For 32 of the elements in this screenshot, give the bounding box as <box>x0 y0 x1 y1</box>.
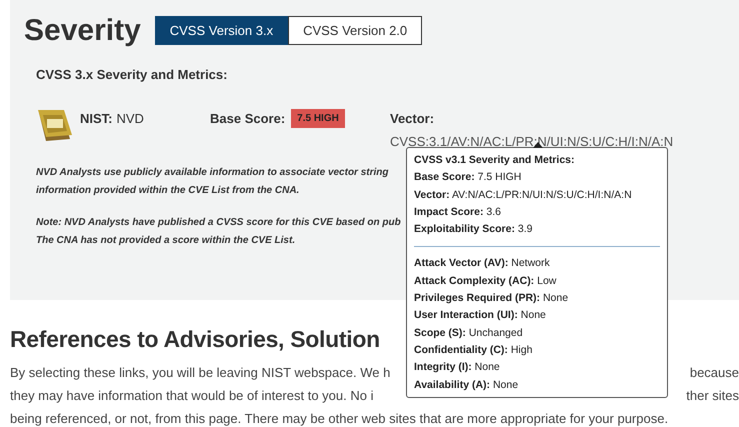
analyst-note: information provided within the CVE List from the CNA. <box>36 184 300 198</box>
vector-label: Vector: <box>390 110 436 128</box>
score-row-text: Exploitability Score: 3.9 <box>414 222 534 238</box>
metric-row-text: User Interaction (UI): None <box>414 308 547 324</box>
score-row-text: Vector: AV:N/AC:L/PR:N/UI:N/S:U/C:H/I:N/A:N <box>414 188 633 203</box>
base-score-label: Base Score: <box>210 110 286 128</box>
analyst-note: Note: NVD Analysts have published a CVSS score for this CVE based on pub <box>36 216 401 230</box>
metric-row-text: Confidentiality (C): High <box>414 342 534 358</box>
metrics-subtitle: CVSS 3.x Severity and Metrics: <box>36 66 228 84</box>
references-text: By selecting these links, you will be leaving NIST webspace. We h <box>10 364 390 382</box>
version-tab[interactable]: CVSS Version 3.x <box>154 16 288 45</box>
score-row-text: Impact Score: 3.6 <box>414 204 502 220</box>
metric-row-text: Attack Vector (AV): Network <box>414 256 551 272</box>
severity-badge: 7.5 HIGH <box>291 108 345 128</box>
metric-row-text: Scope (S): Unchanged <box>414 326 524 341</box>
metric-row-text: Integrity (I): None <box>414 360 501 376</box>
analyst-note: The CNA has not provided a score within the CVE List. <box>36 234 296 248</box>
metric-row-text: Availability (A): None <box>414 378 520 393</box>
metric-row-text: Privileges Required (PR): None <box>414 291 570 306</box>
source-value: NVD <box>116 110 144 128</box>
tooltip-title: CVSS v3.1 Severity and Metrics: <box>414 153 576 168</box>
references-text: because <box>690 364 739 382</box>
analyst-note: NVD Analysts use publicly available information to associate vector string <box>36 166 389 180</box>
section-title: Severity <box>24 13 141 49</box>
references-text: ther sites <box>686 386 739 404</box>
references-heading: References to Advisories, Solution <box>10 325 380 354</box>
references-text: being referenced, or not, from this page. There may be other web sites that are more appropriate for your purpose. <box>10 410 668 427</box>
score-row-text: Base Score: 7.5 HIGH <box>414 170 522 186</box>
references-text: they may have information that would be of interest to you. No i <box>10 386 374 405</box>
metric-row-text: Attack Complexity (AC): Low <box>414 274 558 289</box>
version-tab[interactable]: CVSS Version 2.0 <box>288 16 422 45</box>
source-label: NIST: <box>80 110 112 128</box>
